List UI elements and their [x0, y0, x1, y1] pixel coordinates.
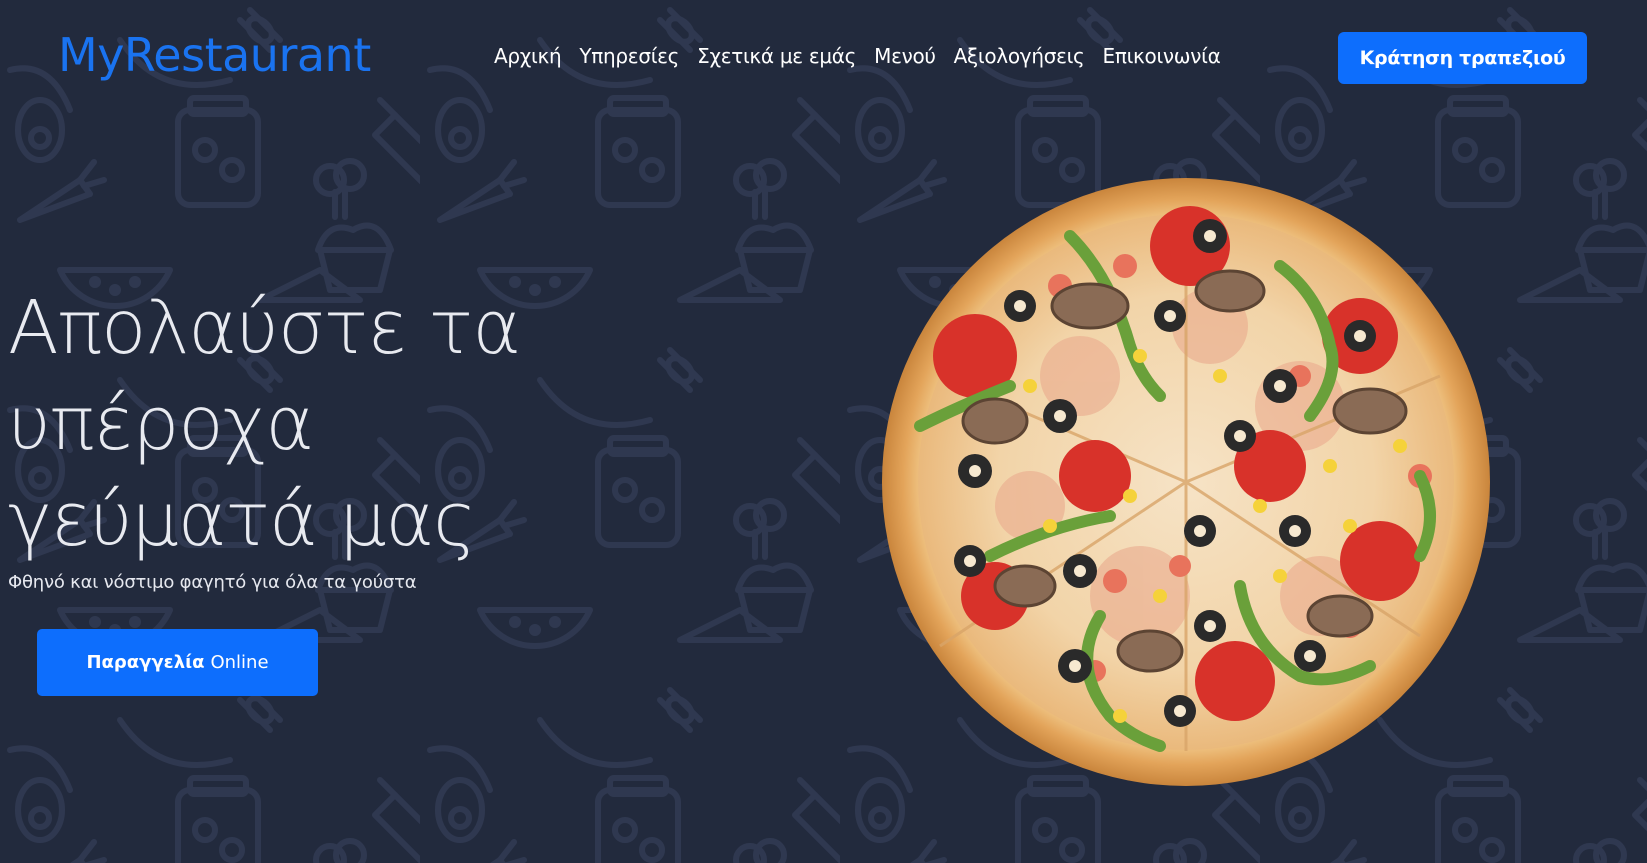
- order-button-label: Online: [210, 652, 269, 673]
- nav-link-home[interactable]: Αρχική: [494, 44, 562, 68]
- nav-link-menu[interactable]: Μενού: [874, 44, 936, 68]
- nav-link-about[interactable]: Σχετικά με εμάς: [697, 44, 856, 68]
- brand-logo[interactable]: MyRestaurant: [58, 28, 371, 82]
- nav-link-services[interactable]: Υπηρεσίες: [579, 44, 679, 68]
- nav-links: Αρχική Υπηρεσίες Σχετικά με εμάς Μενού Α…: [494, 44, 1238, 68]
- hero-subtitle: Φθηνό και νόστιμο φαγητό για όλα τα γούσ…: [8, 572, 417, 593]
- pizza-image: [882, 178, 1490, 786]
- hero-section: Απολαύστε τα υπέροχα γεύματά μας: [8, 280, 568, 568]
- order-button-bold-label: Παραγγελία: [86, 652, 205, 673]
- reserve-table-button[interactable]: Κράτηση τραπεζιού: [1338, 32, 1587, 84]
- hero-title-line-2: υπέροχα: [8, 381, 314, 467]
- navbar: MyRestaurant Αρχική Υπηρεσίες Σχετικά με…: [0, 0, 1647, 120]
- hero-title-line-1: Απολαύστε τα: [8, 285, 521, 371]
- hero-title-line-3: γεύματά μας: [8, 477, 477, 563]
- order-online-button[interactable]: Παραγγελία Online: [37, 629, 318, 696]
- nav-link-contact[interactable]: Επικοινωνία: [1103, 44, 1221, 68]
- nav-link-reviews[interactable]: Αξιολογήσεις: [954, 44, 1085, 68]
- hero-title: Απολαύστε τα υπέροχα γεύματά μας: [8, 280, 568, 568]
